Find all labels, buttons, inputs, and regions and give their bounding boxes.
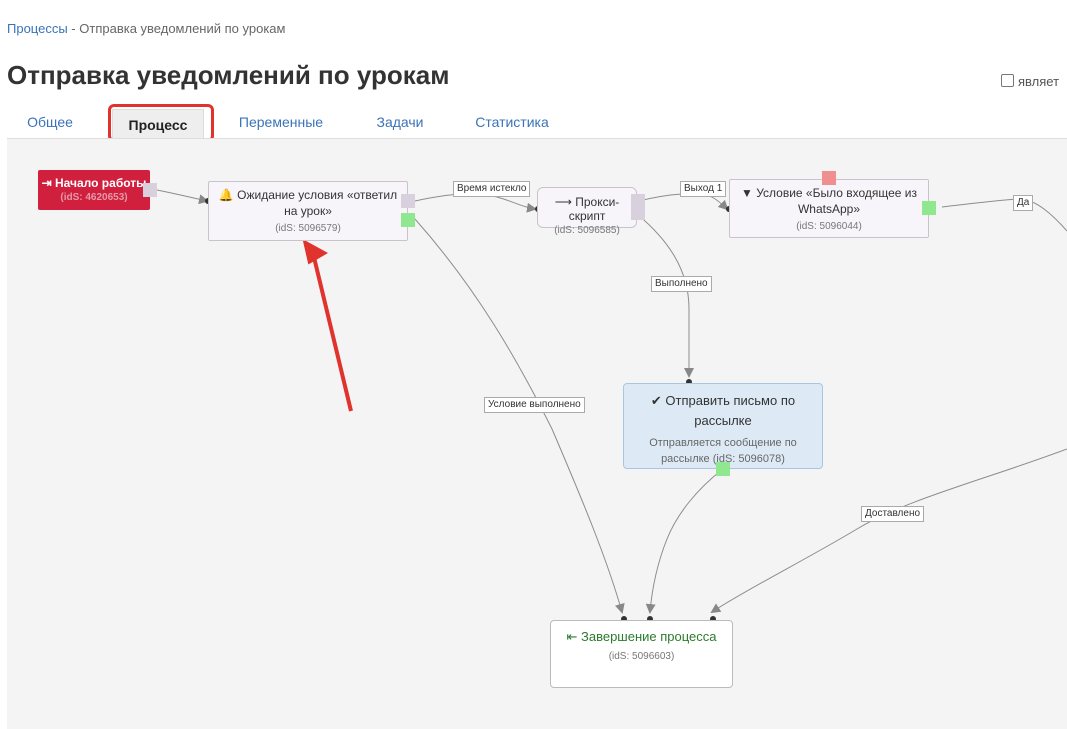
port-mail-delivered[interactable]: [716, 462, 730, 476]
node-start-ids: (idS: 4620653): [60, 192, 128, 203]
process-canvas[interactable]: ⇥ Начало работы (idS: 4620653) 🔔 Ожидани…: [7, 138, 1067, 729]
node-proxy-title: Прокси-скрипт: [568, 195, 620, 223]
node-proxy-ids: (idS: 5096585): [554, 225, 620, 236]
edge-start-to-wait: [156, 189, 209, 205]
edge-wait-condition-met: [414, 218, 625, 614]
annotation-red-arrow: [310, 248, 353, 412]
edge-label-exit1: Выход 1: [680, 181, 727, 197]
edge-label-timeout: Время истекло: [453, 181, 531, 197]
breadcrumb-separator: -: [67, 21, 80, 36]
edge-mail-to-finish: [645, 468, 724, 614]
sign-out-icon: ⇤: [566, 629, 578, 644]
sign-in-icon: ⇥: [41, 176, 52, 190]
breadcrumb-link-processes[interactable]: Процессы: [7, 21, 68, 36]
node-mail-title: Отправить письмо по рассылке: [665, 393, 796, 428]
tab-general[interactable]: Общее: [10, 104, 90, 139]
port-wait-timeout[interactable]: [401, 194, 415, 208]
tab-statistics[interactable]: Статистика: [466, 104, 558, 139]
node-proxy[interactable]: ⟶ Прокси-скрипт (idS: 5096585): [537, 187, 637, 236]
node-wait-title: Ожидание условия «ответил на урок»: [237, 188, 398, 218]
node-wait[interactable]: 🔔 Ожидание условия «ответил на урок» (id…: [208, 181, 408, 241]
node-finish[interactable]: ⇤ Завершение процесса (idS: 5096603): [550, 620, 733, 688]
port-start-out[interactable]: [143, 183, 157, 197]
tab-tasks[interactable]: Задачи: [362, 104, 438, 139]
edge-label-yes: Да: [1013, 195, 1034, 211]
flag-label: являет: [1018, 74, 1060, 89]
bell-icon: 🔔: [218, 188, 234, 202]
breadcrumb-current: Отправка уведомлений по урокам: [79, 21, 286, 36]
node-start-title: Начало работы: [55, 176, 147, 190]
flag-checkbox[interactable]: являет: [1001, 74, 1059, 89]
port-condition-top[interactable]: [822, 171, 836, 185]
annotation-red-arrowhead: [302, 239, 329, 265]
tab-bar: Общее Процесс Переменные Задачи Статисти…: [0, 104, 1067, 140]
node-condition-title: Условие «Было входящее из WhatsApp»: [756, 186, 918, 216]
node-condition-ids: (idS: 5096044): [796, 221, 862, 232]
page-title: Отправка уведомлений по урокам: [7, 60, 450, 90]
node-send-mail[interactable]: ✔ Отправить письмо по рассылке Отправляе…: [623, 383, 823, 469]
edge-label-done: Выполнено: [651, 276, 712, 292]
filter-icon: ▼: [740, 186, 753, 200]
checkbox-icon[interactable]: [1001, 74, 1014, 87]
port-proxy-out[interactable]: [631, 194, 645, 220]
tab-process-label: Процесс: [112, 109, 204, 140]
arrow-right-icon: ⟶: [554, 195, 572, 209]
breadcrumb: Процессы - Отправка уведомлений по урока…: [7, 21, 285, 36]
node-finish-ids: (idS: 5096603): [608, 651, 675, 662]
node-start[interactable]: ⇥ Начало работы (idS: 4620653): [38, 170, 150, 210]
edge-label-condition-met: Условие выполнено: [484, 397, 585, 413]
port-wait-met[interactable]: [401, 213, 415, 227]
node-condition[interactable]: ▼ Условие «Было входящее из WhatsApp» (i…: [729, 179, 929, 238]
port-condition-yes[interactable]: [922, 201, 936, 215]
edge-delivered-to-finish: [710, 448, 1067, 614]
node-finish-title: Завершение процесса: [581, 629, 717, 644]
edge-proxy-to-mail: [636, 213, 694, 378]
edge-label-delivered: Доставлено: [861, 506, 925, 522]
tab-variables[interactable]: Переменные: [228, 104, 334, 139]
edge-condition-yes: [941, 198, 1067, 232]
tab-process[interactable]: Процесс: [112, 104, 204, 140]
node-wait-ids: (idS: 5096579): [275, 223, 341, 234]
check-icon: ✔: [650, 393, 662, 408]
